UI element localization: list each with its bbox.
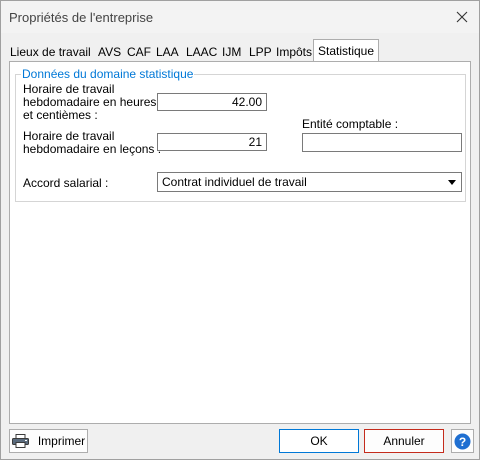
weekly-hours-label-line3: et centièmes : bbox=[23, 108, 98, 122]
print-label: Imprimer bbox=[37, 434, 86, 448]
tab-laa[interactable]: LAA bbox=[156, 43, 179, 61]
tab-ijm[interactable]: IJM bbox=[222, 43, 241, 61]
dialog-window: Propriétés de l'entreprise Lieux de trav… bbox=[0, 0, 480, 460]
tab-caf[interactable]: CAF bbox=[127, 43, 151, 61]
tab-lieux-de-travail[interactable]: Lieux de travail bbox=[10, 43, 91, 61]
salary-agreement-value: Contrat individuel de travail bbox=[162, 175, 307, 189]
ok-label: OK bbox=[310, 434, 328, 448]
cancel-button[interactable]: Annuler bbox=[364, 429, 444, 453]
weekly-hours-input[interactable] bbox=[157, 93, 267, 111]
dropdown-arrow-icon bbox=[448, 180, 456, 185]
salary-agreement-select[interactable]: Contrat individuel de travail bbox=[157, 172, 462, 192]
tab-laac[interactable]: LAAC bbox=[186, 43, 217, 61]
tab-impots[interactable]: Impôts bbox=[276, 43, 312, 61]
printer-icon bbox=[11, 434, 29, 448]
weekly-lessons-input[interactable] bbox=[157, 133, 267, 151]
ok-button[interactable]: OK bbox=[279, 429, 359, 453]
help-button[interactable]: ? bbox=[451, 429, 474, 453]
close-icon bbox=[456, 11, 468, 23]
statistics-group: Données du domaine statistique Horaire d… bbox=[15, 67, 466, 202]
window-title: Propriétés de l'entreprise bbox=[9, 10, 154, 25]
tab-statistique[interactable]: Statistique bbox=[313, 39, 380, 61]
salary-agreement-label: Accord salarial : bbox=[23, 176, 109, 190]
accounting-entity-label: Entité comptable : bbox=[302, 117, 399, 131]
accounting-entity-input[interactable] bbox=[302, 133, 462, 152]
cancel-label: Annuler bbox=[383, 434, 425, 448]
print-button[interactable]: Imprimer bbox=[9, 429, 88, 453]
title-bar: Propriétés de l'entreprise bbox=[1, 1, 479, 33]
tab-lpp[interactable]: LPP bbox=[249, 43, 272, 61]
help-glyph: ? bbox=[459, 435, 466, 449]
weekly-lessons-label-line2: hebdomadaire en leçons : bbox=[23, 142, 162, 156]
tab-avs[interactable]: AVS bbox=[98, 43, 121, 61]
help-icon: ? bbox=[454, 433, 471, 449]
close-button[interactable] bbox=[451, 6, 473, 28]
tab-panel-statistique: Données du domaine statistique Horaire d… bbox=[9, 61, 471, 424]
group-title: Données du domaine statistique bbox=[21, 67, 195, 81]
